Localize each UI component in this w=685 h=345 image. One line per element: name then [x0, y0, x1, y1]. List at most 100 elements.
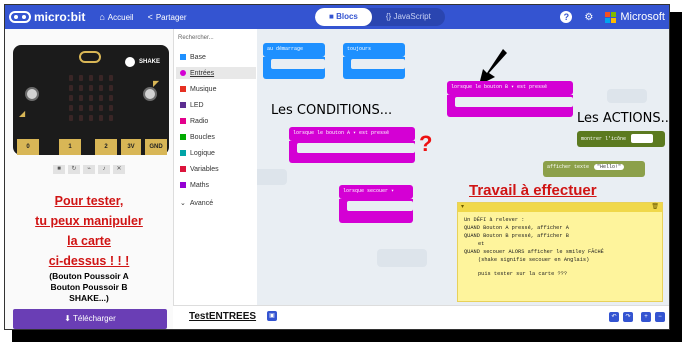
block-on-shake[interactable]: lorsque secouer ▾ — [339, 185, 413, 199]
block-on-start[interactable]: au démarrage — [263, 43, 325, 57]
category-logique[interactable]: Logique — [176, 147, 256, 159]
category-boucles[interactable]: Boucles — [176, 131, 256, 143]
tab-blocks-label: Blocs — [336, 12, 358, 21]
stop-icon[interactable]: ■ — [53, 165, 65, 174]
category-musique[interactable]: Musique — [176, 83, 256, 95]
pin-3v[interactable]: 3V — [121, 139, 141, 155]
home-link[interactable]: ⌂ Accueil — [99, 12, 133, 22]
pin-2[interactable]: 2 — [95, 139, 117, 155]
category-maths[interactable]: Maths — [176, 179, 256, 191]
block-label: afficher texte — [547, 164, 590, 170]
signal-icon — [180, 118, 186, 124]
share-label: Partager — [155, 12, 187, 22]
zoom-out-icon[interactable]: − — [655, 312, 665, 322]
project-name-input[interactable]: TestENTREES — [189, 311, 256, 322]
led — [99, 95, 103, 101]
redo-icon[interactable]: ↷ — [623, 312, 633, 322]
comment-text[interactable]: Un DÉFI à relever : QUAND Bouton A press… — [458, 212, 662, 282]
blocks-workspace[interactable]: au démarrage toujours lorsque le bouton … — [257, 29, 669, 305]
microbit-logo[interactable]: micro:bit — [9, 10, 85, 24]
category-label: LED — [190, 101, 204, 109]
pin-1[interactable]: 1 — [59, 139, 81, 155]
block-button-b-body — [447, 95, 573, 117]
category-radio[interactable]: Radio — [176, 115, 256, 127]
grid-icon — [180, 54, 186, 60]
block-on-button-b[interactable]: lorsque le bouton B ▾ est pressé — [447, 81, 573, 95]
editor-mode-switch: ■ Blocs {} JavaScript — [315, 8, 445, 26]
led — [99, 115, 103, 121]
led — [79, 75, 83, 81]
led — [89, 75, 93, 81]
task-title: Travail à effectuer — [469, 182, 597, 199]
zoom-in-icon[interactable]: + — [641, 312, 651, 322]
blocks-icon: ■ — [329, 12, 334, 21]
comment-line: (shake signifie secouer en Anglais) — [478, 257, 590, 263]
top-bar: micro:bit ⌂ Accueil < Partager ■ Blocs {… — [5, 5, 669, 29]
block-show-icon[interactable]: montrer l'icône — [577, 131, 665, 147]
gear-icon[interactable]: ⚙ — [584, 12, 593, 23]
led — [79, 115, 83, 121]
shake-button[interactable] — [125, 57, 135, 67]
block-label: au démarrage — [267, 46, 304, 52]
task-comment[interactable]: ▾ 🗑 Un DÉFI à relever : QUAND Bouton A p… — [457, 202, 663, 302]
mute-icon[interactable]: ♪ — [98, 165, 110, 174]
instruction-line: tu peux manipuler — [35, 214, 143, 228]
microbit-board[interactable]: ◢ ◤ SHAKE 0 1 2 3V GND — [13, 45, 169, 155]
top-right-actions: ? ⚙ Microsoft — [560, 5, 665, 29]
block-label: lorsque le bouton A ▾ est pressé — [293, 130, 390, 136]
frame-shadow — [12, 330, 682, 342]
led — [109, 75, 113, 81]
undo-icon[interactable]: ↶ — [609, 312, 619, 322]
led — [79, 85, 83, 91]
delete-icon[interactable]: 🗑 — [651, 203, 659, 210]
category-entrees[interactable]: Entrées — [176, 67, 256, 79]
help-icon[interactable]: ? — [560, 11, 573, 23]
led — [89, 95, 93, 101]
button-b[interactable] — [143, 87, 157, 101]
pin-gnd[interactable]: GND — [145, 139, 167, 155]
microbit-logo-icon — [9, 11, 31, 23]
category-label: Radio — [190, 117, 209, 125]
block-slot — [271, 59, 325, 69]
heading-actions: Les ACTIONS... — [577, 111, 669, 126]
restart-icon[interactable]: ↻ — [68, 165, 80, 174]
loop-icon — [180, 134, 186, 140]
block-forever[interactable]: toujours — [343, 43, 405, 57]
button-b-marker-icon: ◤ — [153, 79, 160, 88]
category-avance[interactable]: ⌄ Avancé — [176, 197, 256, 209]
tab-javascript-label: JavaScript — [393, 12, 431, 21]
home-label: Accueil — [107, 12, 134, 22]
board-logo-icon — [79, 51, 101, 63]
toolbox-search-input[interactable]: Rechercher... — [178, 35, 254, 47]
button-a[interactable] — [25, 87, 39, 101]
toolbox: Rechercher... Base Entrées Musique LED R… — [173, 29, 257, 329]
fullscreen-icon[interactable]: ✕ — [113, 165, 125, 174]
pin-0[interactable]: 0 — [17, 139, 39, 155]
block-show-text[interactable]: afficher texte "Hello!" — [543, 161, 645, 177]
block-on-start-body — [263, 57, 325, 79]
category-label: Maths — [190, 181, 210, 189]
category-label: Boucles — [190, 133, 215, 141]
category-label: Avancé — [189, 199, 214, 207]
save-icon[interactable]: ▣ — [267, 311, 277, 321]
microsoft-logo[interactable]: Microsoft — [605, 11, 665, 23]
instructions-overlay: Pour tester, tu peux manipuler la carte … — [9, 191, 169, 304]
simulator-controls: ■ ↻ ⌁ ♪ ✕ — [53, 165, 125, 174]
text-value-input[interactable]: "Hello!" — [594, 164, 625, 170]
category-led[interactable]: LED — [176, 99, 256, 111]
slowmo-icon[interactable]: ⌁ — [83, 165, 95, 174]
tab-blocks[interactable]: ■ Blocs — [315, 8, 372, 26]
led — [109, 95, 113, 101]
chevron-down-icon: ⌄ — [180, 200, 186, 207]
comment-line: QUAND secouer ALORS afficher le smiley F… — [464, 249, 604, 255]
collapse-icon[interactable]: ▾ — [461, 203, 464, 210]
category-variables[interactable]: Variables — [176, 163, 256, 175]
download-button[interactable]: ⬇ Télécharger — [13, 309, 167, 329]
category-base[interactable]: Base — [176, 51, 256, 63]
download-icon: ⬇ — [64, 314, 71, 323]
icon-picker[interactable] — [631, 134, 654, 143]
tab-javascript[interactable]: {} JavaScript — [372, 8, 445, 26]
block-on-button-a[interactable]: lorsque le bouton A ▾ est pressé — [289, 127, 415, 141]
simulator-panel: ◢ ◤ SHAKE 0 1 2 3V GND ■ ↻ ⌁ ♪ ✕ Pour te… — [5, 29, 173, 329]
share-link[interactable]: < Partager — [148, 12, 187, 22]
